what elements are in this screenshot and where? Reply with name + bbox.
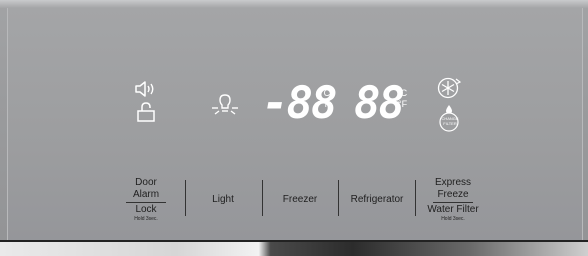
- express-divider: [433, 202, 473, 203]
- sound-icon: [134, 80, 158, 98]
- button-separator: [415, 180, 416, 216]
- freezer-label: Freezer: [282, 194, 318, 205]
- water-filter-label: Water Filter: [427, 204, 479, 215]
- light-label: Light: [212, 194, 234, 205]
- door-alarm-lock-button[interactable]: Door Alarm Lock Hold 3sec.: [120, 172, 172, 228]
- freezer-fahrenheit-unit: °F: [321, 99, 331, 109]
- light-bulb-icon: [210, 92, 240, 120]
- express-freeze-water-filter-button[interactable]: Express Freeze Water Filter Hold 3sec.: [420, 172, 486, 228]
- refrigerator-label: Refrigerator: [350, 194, 404, 205]
- fridge-temp-display: 88: [354, 78, 405, 129]
- panel-top-edge: [0, 0, 588, 8]
- freezer-button[interactable]: Freezer: [270, 172, 330, 228]
- unlock-icon: [136, 101, 156, 123]
- fridge-control-panel: -88 °C °F 88 °C °F CHANGE FILTER Door Al…: [0, 0, 588, 256]
- button-separator: [338, 180, 339, 216]
- button-separator: [185, 180, 186, 216]
- refrigerator-button[interactable]: Refrigerator: [342, 172, 412, 228]
- lock-label: Lock: [135, 204, 157, 215]
- chrome-trim: [0, 240, 588, 256]
- door-alarm-divider: [126, 202, 166, 203]
- door-alarm-line1: Door: [135, 177, 157, 188]
- express-line2: Freeze: [437, 189, 469, 200]
- door-alarm-line2: Alarm: [132, 189, 160, 200]
- express-line1: Express: [434, 177, 472, 188]
- freezer-celsius-unit: °C: [320, 88, 331, 98]
- water-filter-hold-hint: Hold 3sec.: [441, 216, 465, 222]
- button-separator: [262, 180, 263, 216]
- change-filter-badge: CHANGE FILTER: [441, 116, 459, 126]
- lock-hold-hint: Hold 3sec.: [134, 216, 158, 222]
- light-button[interactable]: Light: [196, 172, 250, 228]
- fridge-fahrenheit-unit: °F: [398, 99, 408, 109]
- fridge-celsius-unit: °C: [397, 88, 408, 98]
- snowflake-express-icon: [436, 76, 462, 100]
